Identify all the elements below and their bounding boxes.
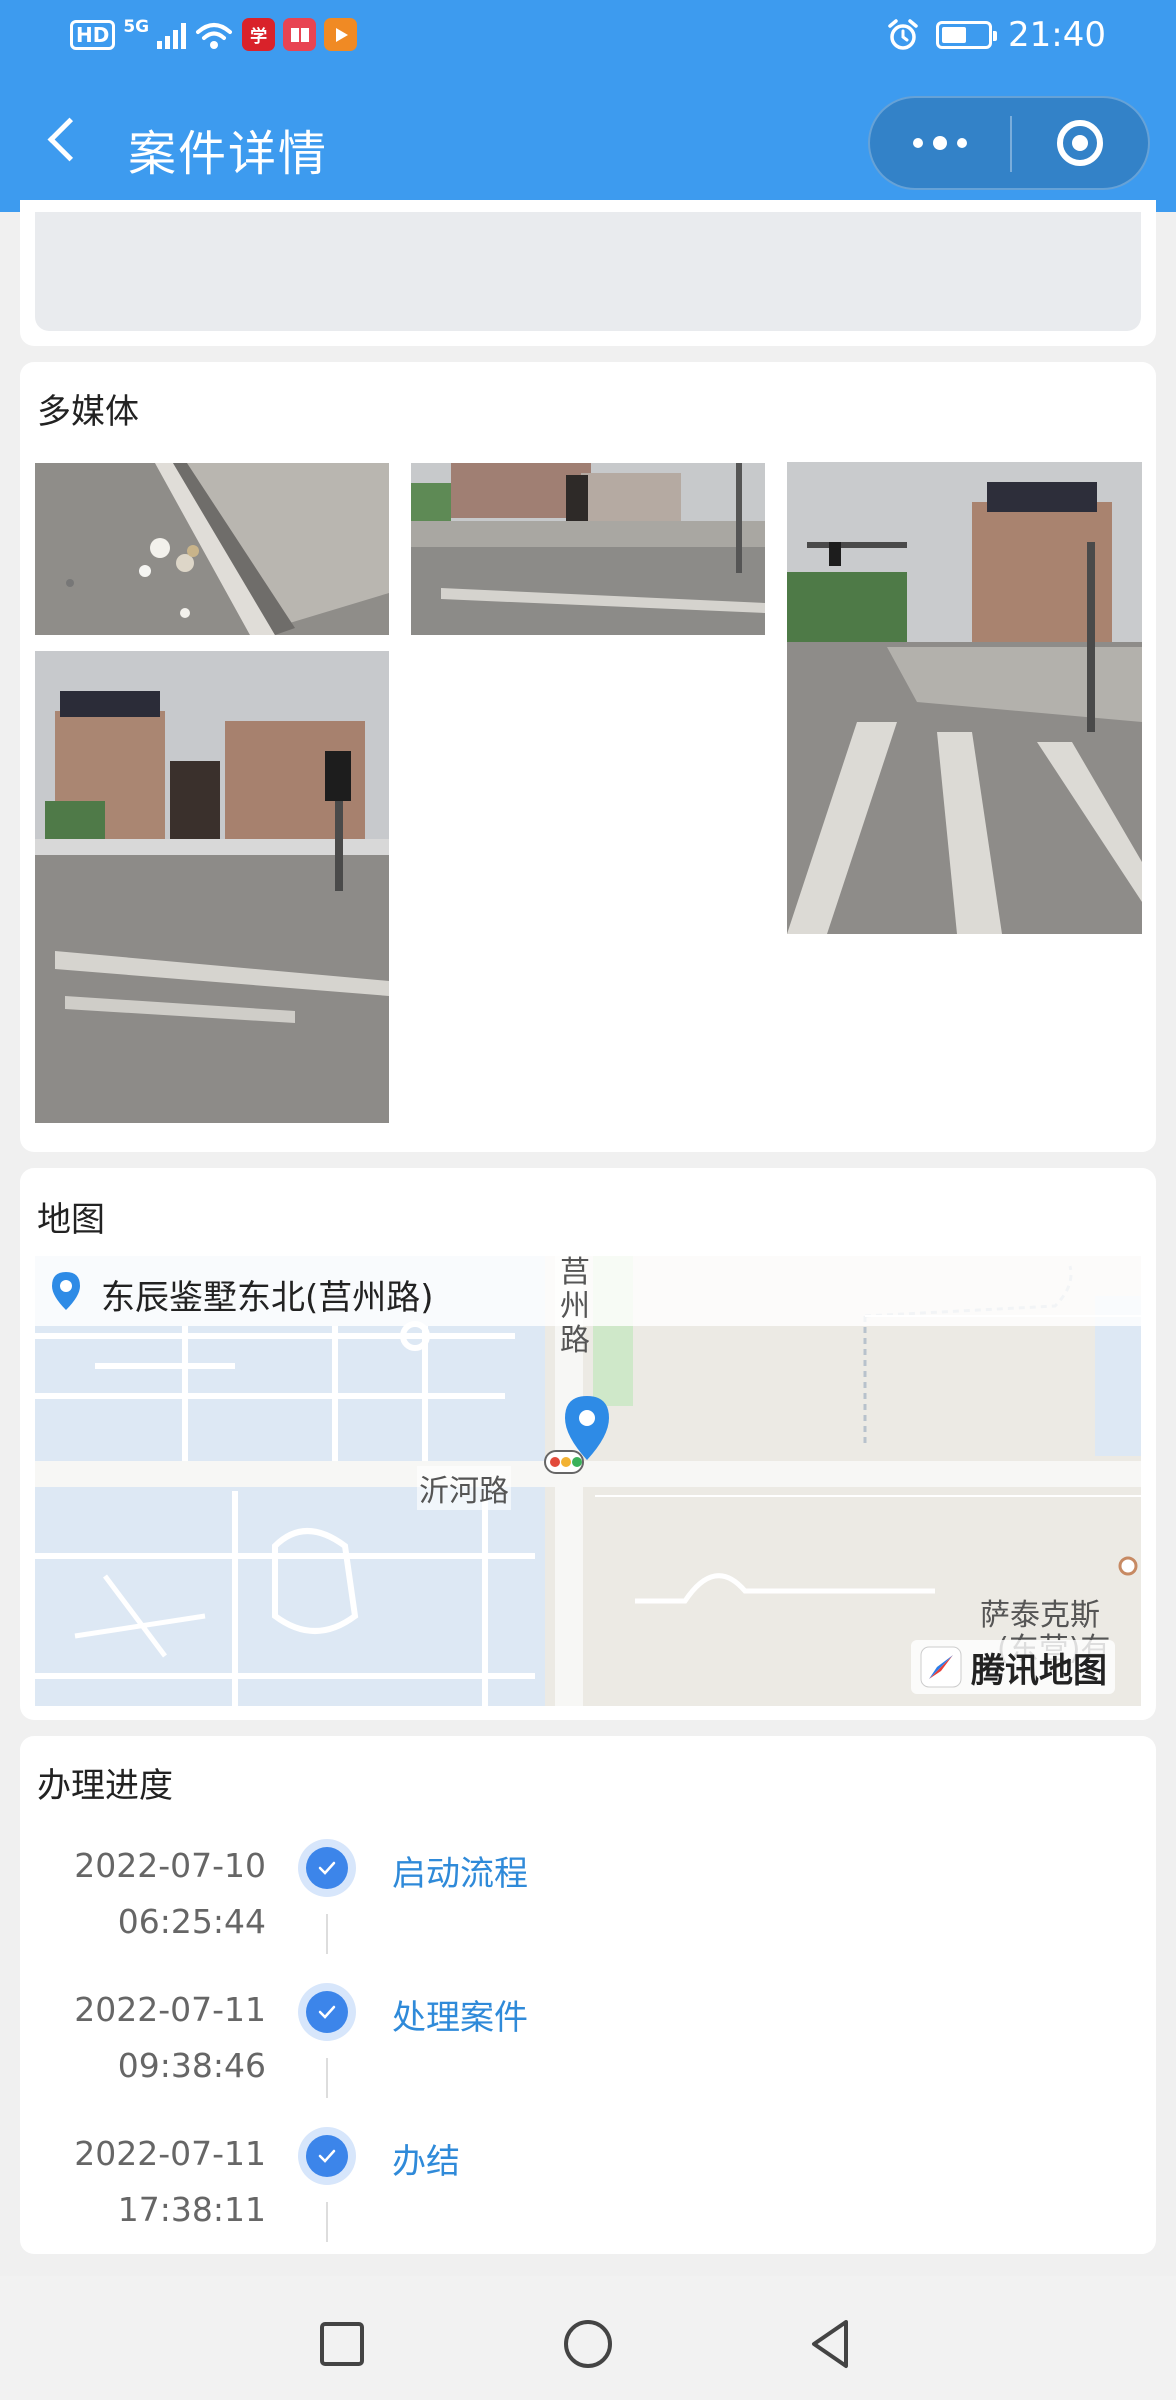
close-miniprogram-button[interactable] xyxy=(1012,98,1148,188)
step-3-date: 2022-07-11 xyxy=(74,2134,266,2173)
network-type: 5G xyxy=(123,17,150,37)
wifi-icon xyxy=(196,22,233,49)
map-provider-logo: 腾讯地图 xyxy=(911,1640,1115,1694)
location-pin-icon xyxy=(52,1272,80,1310)
page-title: 案件详情 xyxy=(128,126,329,182)
map-view[interactable]: 东辰鉴墅东北(莒州路) 莒州路 沂河路 萨泰克斯 (东营)有 腾讯地图 xyxy=(35,1256,1141,1706)
book-app-icon xyxy=(283,18,317,51)
video-app-icon xyxy=(324,18,358,51)
photo-thumbnail-2[interactable] xyxy=(411,463,765,635)
system-back-button[interactable] xyxy=(802,2314,862,2374)
step-1-connector xyxy=(326,1914,328,1954)
alarm-icon xyxy=(888,19,918,50)
step-1-check-icon xyxy=(298,1839,356,1897)
road-label-vertical: 莒州路 xyxy=(560,1256,590,1358)
signal-icon xyxy=(157,21,187,49)
step-2-label[interactable]: 处理案件 xyxy=(392,1990,528,2039)
circle-icon xyxy=(564,2320,612,2368)
photo-thumbnail-3[interactable] xyxy=(787,462,1142,934)
step-3-connector xyxy=(326,2202,328,2242)
study-app-icon: 学 xyxy=(242,18,276,51)
step-2-time: 09:38:46 xyxy=(117,2046,266,2085)
status-bar: HD 5G 学 21:40 xyxy=(0,0,1176,70)
progress-card: 办理进度 2022-07-10 06:25:44 启动流程 2022-07-11… xyxy=(20,1736,1156,2254)
square-icon xyxy=(320,2322,364,2366)
step-2-check-icon xyxy=(298,1983,356,2041)
description-box xyxy=(35,212,1141,331)
description-card xyxy=(20,200,1156,346)
hd-badge: HD xyxy=(70,19,116,50)
clock: 21:40 xyxy=(1008,15,1106,55)
compass-icon xyxy=(920,1646,962,1688)
media-card: 多媒体 xyxy=(20,362,1156,1152)
map-address: 东辰鉴墅东北(莒州路) xyxy=(101,1278,434,1318)
target-icon xyxy=(1057,120,1103,166)
battery-icon xyxy=(936,21,998,49)
step-3-check-icon xyxy=(298,2127,356,2185)
top-bar: HD 5G 学 21:40 案件详情 xyxy=(0,0,1176,212)
system-nav-bar xyxy=(0,2276,1176,2400)
progress-title: 办理进度 xyxy=(37,1766,173,1806)
nav-bar: 案件详情 xyxy=(0,70,1176,212)
recent-apps-button[interactable] xyxy=(312,2314,372,2374)
map-title: 地图 xyxy=(37,1200,105,1240)
step-2-connector xyxy=(326,2058,328,2098)
step-1-time: 06:25:44 xyxy=(117,1902,266,1941)
triangle-back-icon xyxy=(812,2320,848,2368)
step-2-date: 2022-07-11 xyxy=(74,1990,266,2029)
step-3-time: 17:38:11 xyxy=(117,2190,266,2229)
photo-thumbnail-4[interactable] xyxy=(35,651,389,1123)
map-provider-text: 腾讯地图 xyxy=(971,1650,1107,1691)
miniprogram-capsule xyxy=(868,96,1150,190)
status-right: 21:40 xyxy=(886,15,1106,55)
home-button[interactable] xyxy=(558,2314,618,2374)
more-button[interactable] xyxy=(870,98,1010,188)
back-button[interactable] xyxy=(40,114,90,170)
road-label-horizontal: 沂河路 xyxy=(417,1466,511,1510)
step-3-label[interactable]: 办结 xyxy=(392,2134,460,2183)
battery-level xyxy=(942,27,967,43)
status-left: HD 5G 学 xyxy=(70,17,358,51)
step-1-label[interactable]: 启动流程 xyxy=(392,1846,528,1895)
map-card: 地图 东辰鉴墅东北(莒州路) 莒州路 沂河路 萨泰克斯 腾讯地图 xyxy=(20,1168,1156,1720)
media-title: 多媒体 xyxy=(37,392,139,432)
step-1-date: 2022-07-10 xyxy=(74,1846,266,1885)
photo-thumbnail-1[interactable] xyxy=(35,463,389,635)
